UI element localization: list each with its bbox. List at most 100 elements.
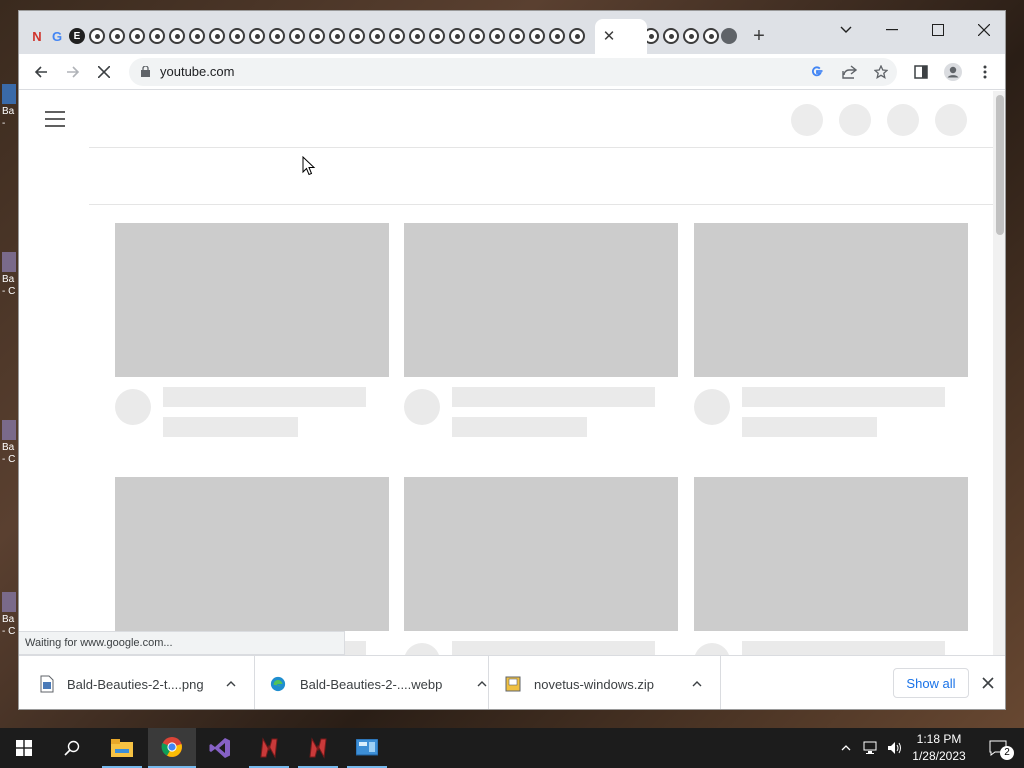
meta-placeholder — [742, 417, 877, 437]
show-all-downloads-button[interactable]: Show all — [893, 668, 969, 698]
chevron-up-icon[interactable] — [687, 674, 707, 694]
new-tab-button[interactable]: + — [749, 25, 769, 48]
chrome-tab-icon[interactable] — [269, 28, 285, 44]
download-item[interactable]: Bald-Beauties-2-....webp — [255, 656, 489, 709]
chrome-tab-icon[interactable] — [209, 28, 225, 44]
chrome-tab-icon[interactable] — [409, 28, 425, 44]
lock-icon[interactable] — [141, 66, 150, 77]
video-thumbnail-placeholder — [694, 477, 968, 631]
clock-time: 1:18 PM — [916, 732, 962, 746]
page-content — [19, 91, 993, 655]
download-item[interactable]: novetus-windows.zip — [489, 656, 721, 709]
file-explorer-icon[interactable] — [98, 728, 146, 768]
tab-strip: N G E ✕ + — [19, 11, 1005, 54]
chrome-tab-icon[interactable] — [109, 28, 125, 44]
chrome-tab-icon[interactable] — [249, 28, 265, 44]
chrome-tab-icon[interactable] — [569, 28, 585, 44]
chrome-tab-icon[interactable] — [509, 28, 525, 44]
forward-button[interactable] — [61, 60, 85, 84]
search-icon[interactable] — [48, 728, 96, 768]
bookmark-star-icon[interactable] — [871, 62, 891, 82]
chrome-tab-icon[interactable] — [309, 28, 325, 44]
chrome-tab-icon[interactable] — [549, 28, 565, 44]
scrollbar-thumb[interactable] — [996, 95, 1004, 235]
chrome-tab-icon[interactable] — [189, 28, 205, 44]
stop-loading-button[interactable] — [92, 60, 116, 84]
notification-count-badge: 2 — [1000, 746, 1014, 760]
e-icon[interactable]: E — [69, 28, 85, 44]
file-icon — [2, 84, 16, 104]
channel-avatar-placeholder — [694, 389, 730, 425]
chrome-tab-icon[interactable] — [529, 28, 545, 44]
maximize-button[interactable] — [915, 15, 961, 45]
chrome-tab-icon[interactable] — [149, 28, 165, 44]
chrome-tab-icon[interactable] — [429, 28, 445, 44]
title-placeholder — [452, 641, 655, 655]
notifications-icon[interactable]: 2 — [978, 728, 1018, 768]
taskbar-clock[interactable]: 1:18 PM 1/28/2023 — [906, 731, 972, 765]
chrome-tab-icon[interactable] — [349, 28, 365, 44]
header-placeholder-circle — [791, 104, 823, 136]
chrome-tab-icon[interactable] — [703, 28, 719, 44]
chrome-tab-icon[interactable] — [289, 28, 305, 44]
chrome-tab-icon[interactable] — [329, 28, 345, 44]
netflix-n-icon[interactable]: N — [29, 28, 45, 44]
chevron-up-icon[interactable] — [221, 674, 241, 694]
download-filename: novetus-windows.zip — [534, 677, 654, 692]
windows-start-icon[interactable] — [0, 728, 48, 768]
chrome-tab-icon[interactable] — [489, 28, 505, 44]
volume-icon[interactable] — [884, 728, 906, 768]
desktop-icon-2[interactable]: Ba - C — [2, 252, 18, 298]
hamburger-menu-icon[interactable] — [45, 111, 65, 127]
novetus-icon[interactable] — [294, 728, 342, 768]
title-placeholder — [452, 387, 655, 407]
desktop-icon-3[interactable]: Ba - C — [2, 420, 18, 466]
chrome-tab-icon[interactable] — [229, 28, 245, 44]
chrome-tab-icon[interactable] — [129, 28, 145, 44]
video-thumbnail-placeholder — [694, 223, 968, 377]
page-scrollbar[interactable] — [993, 91, 1005, 655]
channel-avatar-placeholder — [404, 389, 440, 425]
more-menu-icon[interactable] — [973, 60, 997, 84]
edge-icon — [270, 676, 286, 692]
chrome-tab-icon[interactable] — [369, 28, 385, 44]
desktop-icon-label: Ba - C — [2, 614, 16, 637]
address-bar[interactable]: youtube.com — [129, 58, 897, 86]
url-text[interactable]: youtube.com — [160, 64, 234, 79]
profile-avatar-icon[interactable] — [941, 60, 965, 84]
chrome-tab-icon[interactable] — [663, 28, 679, 44]
close-download-shelf-icon[interactable] — [977, 672, 999, 694]
visual-studio-icon[interactable] — [196, 728, 244, 768]
show-hidden-icons-chevron-icon[interactable] — [836, 728, 856, 768]
windows-taskbar: 1:18 PM 1/28/2023 2 — [0, 728, 1024, 768]
chrome-tab-icon[interactable] — [389, 28, 405, 44]
novetus-icon[interactable] — [245, 728, 293, 768]
close-window-button[interactable] — [961, 15, 1005, 45]
google-g-icon[interactable]: G — [49, 28, 65, 44]
desktop-icon-label: Ba - C — [2, 442, 16, 465]
minimize-button[interactable] — [869, 15, 915, 45]
desktop-icon-4[interactable]: Ba - C — [2, 592, 18, 638]
chrome-tab-icon[interactable] — [169, 28, 185, 44]
chrome-taskbar-icon[interactable] — [148, 728, 196, 768]
chrome-tab-icon[interactable] — [89, 28, 105, 44]
mouse-cursor-icon — [302, 156, 316, 176]
close-tab-icon[interactable]: ✕ — [601, 27, 617, 45]
google-lens-icon[interactable] — [807, 62, 827, 82]
network-icon[interactable] — [860, 728, 882, 768]
globe-tab-icon[interactable] — [721, 28, 737, 44]
desktop-icon-1[interactable]: Ba - — [2, 84, 18, 130]
file-icon — [2, 592, 16, 612]
download-item[interactable]: Bald-Beauties-2-t....png — [19, 656, 255, 709]
chrome-tab-icon[interactable] — [469, 28, 485, 44]
chrome-tab-icon[interactable] — [449, 28, 465, 44]
control-panel-icon[interactable] — [343, 728, 391, 768]
divider — [89, 204, 993, 205]
side-panel-icon[interactable] — [909, 60, 933, 84]
tab-search-icon[interactable] — [823, 15, 869, 45]
meta-placeholder — [163, 417, 298, 437]
back-button[interactable] — [29, 60, 53, 84]
share-icon[interactable] — [839, 62, 859, 82]
chrome-tab-icon[interactable] — [683, 28, 699, 44]
title-placeholder — [163, 387, 366, 407]
